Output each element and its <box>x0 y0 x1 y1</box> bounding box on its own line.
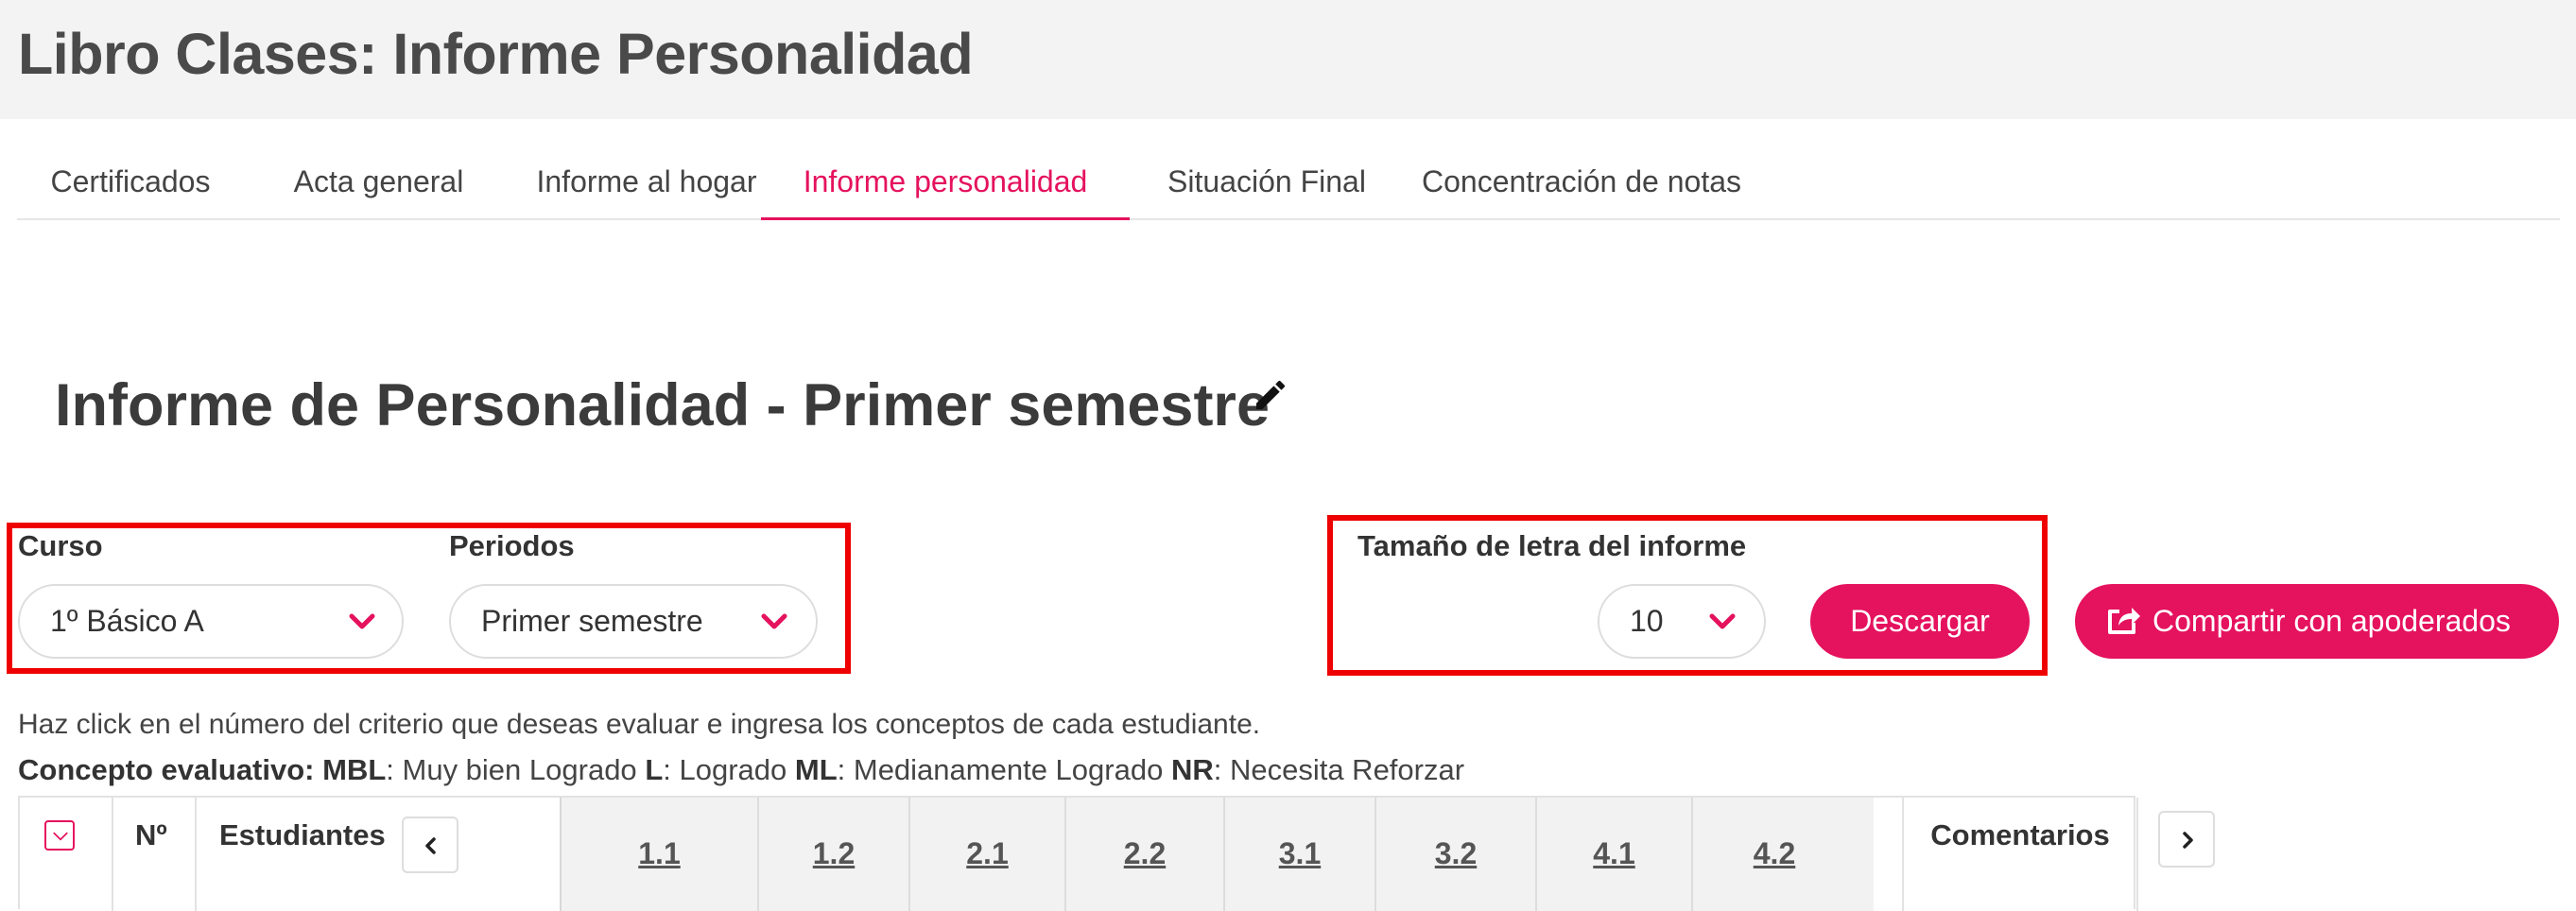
legend-code: MBL <box>322 753 387 786</box>
periodos-select[interactable]: Primer semestre <box>449 584 818 659</box>
criteria-header-area: 1.1 1.2 2.1 2.2 3.1 3.2 4.1 4.2 <box>560 798 1874 911</box>
col-number-header: Nº <box>113 798 197 911</box>
page-title: Libro Clases: Informe Personalidad <box>18 22 974 86</box>
criterion-header[interactable]: 2.2 <box>1066 798 1225 911</box>
download-button[interactable]: Descargar <box>1810 584 2030 659</box>
tab-informe-al-hogar[interactable]: Informe al hogar <box>509 144 785 220</box>
pencil-icon[interactable] <box>1252 376 1289 414</box>
criterion-header[interactable]: 4.2 <box>1693 798 1856 911</box>
chevron-down-icon <box>1709 613 1736 629</box>
font-size-select-value: 10 <box>1630 604 1664 638</box>
curso-select-value: 1º Básico A <box>50 604 204 638</box>
criterion-header[interactable]: 3.2 <box>1376 798 1537 911</box>
legend-meaning: : Logrado <box>663 753 787 786</box>
criterion-header[interactable]: 4.1 <box>1537 798 1693 911</box>
chevron-down-icon <box>53 832 68 841</box>
curso-select[interactable]: 1º Básico A <box>18 584 404 659</box>
chevron-left-icon <box>425 837 436 854</box>
legend-prefix: Concepto evaluativo: <box>18 753 315 786</box>
share-icon <box>2108 608 2140 634</box>
chevron-down-icon <box>761 613 787 629</box>
legend-code: NR <box>1170 753 1214 786</box>
periodos-label: Periodos <box>449 529 575 562</box>
instructions-text: Haz click en el número del criterio que … <box>18 709 1261 740</box>
prev-criteria-button[interactable] <box>402 816 458 873</box>
select-all-checkbox[interactable] <box>44 820 75 851</box>
next-criteria-button[interactable] <box>2158 811 2215 868</box>
col-comments-header: Comentarios <box>1902 798 2138 911</box>
report-tabs: Certificados Acta general Informe al hog… <box>17 144 2560 220</box>
tab-acta-general[interactable]: Acta general <box>257 144 500 220</box>
legend-meaning: : Muy bien Logrado <box>386 753 637 786</box>
tab-concentracion-de-notas[interactable]: Concentración de notas <box>1392 144 1771 220</box>
share-with-guardians-button[interactable]: Compartir con apoderados <box>2075 584 2559 659</box>
tab-situacion-final[interactable]: Situación Final <box>1139 144 1394 220</box>
font-size-label: Tamaño de letra del informe <box>1357 529 1747 562</box>
tab-certificados[interactable]: Certificados <box>17 144 244 220</box>
legend-code: ML <box>794 753 838 786</box>
share-button-label: Compartir con apoderados <box>2152 604 2511 638</box>
font-size-select[interactable]: 10 <box>1598 584 1766 659</box>
students-table: Nº Estudiantes 1.1 1.2 2.1 2.2 3.1 3.2 4… <box>18 796 2138 911</box>
criterion-header[interactable]: 1.1 <box>562 798 759 911</box>
concept-legend: Concepto evaluativo: MBL: Muy bien Logra… <box>18 753 1464 787</box>
criterion-header[interactable]: 1.2 <box>759 798 910 911</box>
tab-informe-personalidad[interactable]: Informe personalidad <box>761 144 1130 220</box>
select-all-cell <box>20 798 113 911</box>
criterion-header[interactable]: 2.1 <box>910 798 1066 911</box>
legend-code: L <box>645 753 664 786</box>
periodos-select-value: Primer semestre <box>481 604 703 638</box>
criterion-header[interactable]: 3.1 <box>1225 798 1376 911</box>
report-title: Informe de Personalidad - Primer semestr… <box>55 372 1270 438</box>
app-header: Libro Clases: Informe Personalidad <box>0 0 2576 119</box>
chevron-right-icon <box>2183 832 2193 849</box>
curso-label: Curso <box>18 529 103 562</box>
legend-meaning: : Necesita Reforzar <box>1213 753 1465 786</box>
chevron-down-icon <box>349 613 375 629</box>
col-students-header: Estudiantes <box>219 818 386 851</box>
legend-meaning: : Medianamente Logrado <box>837 753 1164 786</box>
